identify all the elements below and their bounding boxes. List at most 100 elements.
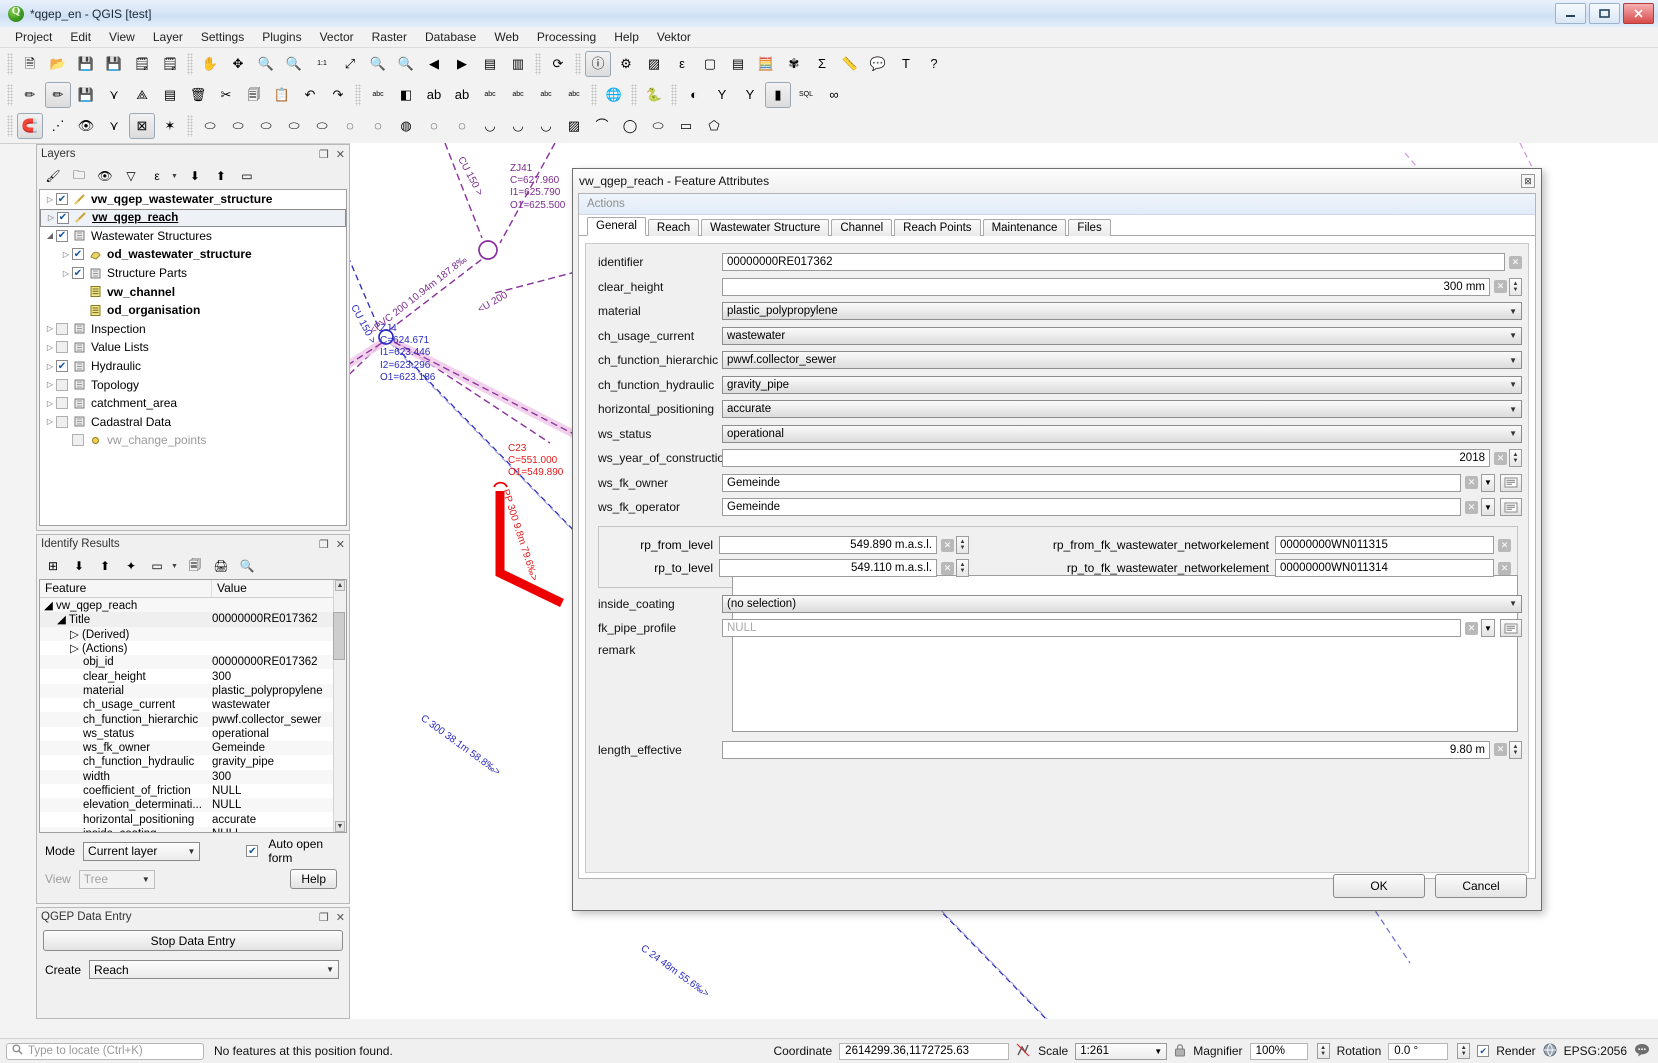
pan-to-selection-icon[interactable]: ✥	[225, 51, 251, 77]
save-project-as-icon[interactable]: 💾	[101, 51, 127, 77]
menu-database[interactable]: Database	[416, 28, 485, 46]
layer-item-cadastral-data[interactable]: ▷ Cadastral Data	[40, 413, 346, 432]
zoom-out-icon[interactable]: 🔍	[281, 51, 307, 77]
text-annotation-icon[interactable]: T	[893, 51, 919, 77]
identify-row[interactable]: clear_height 300	[40, 669, 346, 683]
reach-point-stepper[interactable]: ▲ ▼	[956, 559, 969, 577]
identify-row[interactable]: ws_status operational	[40, 727, 346, 741]
qgep-connect-icon[interactable]: ∞	[821, 82, 847, 108]
vertex-tool-icon[interactable]: ⟁	[129, 82, 155, 108]
layer-item-value-lists[interactable]: ▷ Value Lists	[40, 338, 346, 357]
field-input-fk_pipe_profile[interactable]: NULL	[722, 619, 1461, 638]
identify-scrollbar[interactable]: ▲ ▼	[333, 580, 346, 832]
identify-row[interactable]: ▷ (Derived)	[40, 626, 346, 641]
close-button[interactable]	[1623, 3, 1654, 24]
toolbar-grip[interactable]	[7, 83, 13, 106]
identify-features-icon[interactable]: ⓘ	[585, 50, 611, 77]
field-select-inside_coating[interactable]: (no selection) ▼	[722, 594, 1522, 613]
toolbar-grip[interactable]	[187, 52, 193, 75]
delete-part-icon[interactable]: ◌	[449, 113, 475, 139]
column-header-feature[interactable]: Feature	[40, 580, 212, 597]
clear-icon[interactable]: ✕	[1509, 255, 1522, 269]
layer-visibility-checkbox[interactable]: ✔	[56, 193, 68, 206]
qgep-profile-icon[interactable]: ◐	[681, 82, 707, 108]
stop-data-entry-button[interactable]: Stop Data Entry	[43, 930, 343, 951]
reach-point-level-input[interactable]: 549.890 m.a.s.l.	[719, 536, 937, 554]
snapping-options-icon[interactable]: ⋰	[45, 113, 71, 139]
open-layer-styling-panel-icon[interactable]: 🖌	[41, 164, 65, 188]
merge-features-icon[interactable]: ▨	[561, 113, 587, 139]
layer-item-catchment-area[interactable]: ▷ catchment_area	[40, 394, 346, 413]
deselect-features-icon[interactable]: ▢	[697, 51, 723, 77]
identify-results-table[interactable]: Feature Value ◢ vw_qgep_reach ◢ Title 0000…	[39, 579, 347, 833]
create-select[interactable]: Reach ▼	[89, 960, 339, 979]
qgep-sql-icon[interactable]: SQL	[793, 82, 819, 108]
layer-item-vw-qgep-reach[interactable]: ▷ ✔ vw_qgep_reach	[40, 208, 346, 227]
simplify-feature-icon[interactable]: ⬭	[309, 113, 335, 139]
show-hide-labels-icon[interactable]: abc	[477, 82, 503, 108]
qgep-upstream-icon[interactable]: Y	[737, 82, 763, 108]
expand-arrow-right-icon[interactable]: ▷	[44, 362, 56, 371]
field-calculator-icon[interactable]: 🧮	[753, 51, 779, 77]
save-layer-edits-icon[interactable]: 💾	[73, 82, 99, 108]
field-select-ch_function_hierarchic[interactable]: pwwf.collector_sewer ▼	[722, 351, 1522, 370]
pan-map-icon[interactable]: ✋	[197, 51, 223, 77]
layer-item-hydraulic[interactable]: ▷ ✔ Hydraulic	[40, 357, 346, 376]
expand-arrow-right-icon[interactable]: ▷	[44, 417, 56, 426]
digitize-line-icon[interactable]: ⌒	[589, 113, 615, 139]
clear-icon[interactable]: ✕	[1494, 280, 1507, 294]
dataentry-panel-undock-icon[interactable]: ❐	[319, 911, 329, 924]
chevron-down-icon[interactable]: ▼	[1481, 473, 1495, 492]
clear-icon[interactable]: ✕	[941, 561, 954, 575]
paste-features-icon[interactable]: 📋	[269, 82, 295, 108]
clear-icon[interactable]: ✕	[1498, 538, 1511, 552]
tab-reach[interactable]: Reach	[647, 219, 700, 236]
delete-ring-icon[interactable]: ◌	[421, 113, 447, 139]
reach-point-networkelement-input[interactable]: 00000000WN011315	[1275, 536, 1494, 554]
clear-icon[interactable]: ✕	[1465, 500, 1478, 514]
layer-visibility-checkbox[interactable]: ✔	[57, 211, 69, 224]
metasearch-icon[interactable]: 🌐	[601, 82, 627, 108]
scroll-up-arrow[interactable]: ▲	[335, 580, 345, 591]
field-select-ws_status[interactable]: operational ▼	[722, 424, 1522, 443]
identify-row[interactable]: ch_function_hydraulic gravity_pipe	[40, 755, 346, 769]
run-feature-action-icon[interactable]: ⚙	[613, 51, 639, 77]
ok-button[interactable]: OK	[1333, 874, 1425, 898]
toolbar-grip[interactable]	[535, 52, 541, 75]
tab-channel[interactable]: Channel	[831, 219, 893, 236]
menu-edit[interactable]: Edit	[61, 28, 100, 46]
qgep-downstream-icon[interactable]: Y	[709, 82, 735, 108]
magnifier-input[interactable]: 100%	[1249, 1042, 1308, 1060]
field-stepper-ws_year_of_construction[interactable]: ▲ ▼	[1509, 449, 1522, 468]
print-icon[interactable]: 🖨	[209, 554, 233, 578]
python-console-icon[interactable]: 🐍	[641, 82, 667, 108]
manage-map-themes-icon[interactable]: 👁	[93, 164, 117, 188]
menu-vektor[interactable]: Vektor	[648, 28, 700, 46]
rotation-input[interactable]: 0.0 °	[1388, 1042, 1449, 1060]
new-map-view-icon[interactable]: ▤	[477, 51, 503, 77]
layer-item-inspection[interactable]: ▷ Inspection	[40, 320, 346, 339]
save-project-icon[interactable]: 💾	[73, 51, 99, 77]
delete-selected-icon[interactable]: 🗑	[185, 82, 211, 108]
field-input-clear_height[interactable]: 300 mm	[722, 277, 1490, 296]
field-select-horizontal_positioning[interactable]: accurate ▼	[722, 400, 1522, 419]
toolbar-grip[interactable]	[7, 114, 13, 137]
expand-arrow-right-icon[interactable]: ▷	[44, 343, 56, 352]
menu-project[interactable]: Project	[6, 28, 61, 46]
identify-row[interactable]: coefficient_of_friction NULL	[40, 784, 346, 798]
processing-toolbox-icon[interactable]: ✾	[781, 51, 807, 77]
menu-plugins[interactable]: Plugins	[253, 28, 310, 46]
copy-to-clipboard-icon[interactable]: 🗐	[183, 554, 207, 578]
expand-all-icon[interactable]: ⬇	[183, 164, 207, 188]
offset-curve-icon[interactable]: ◡	[505, 113, 531, 139]
magnifier-stepper[interactable]: ▲ ▼	[1316, 1043, 1330, 1059]
layer-item-vw-channel[interactable]: vw_channel	[40, 282, 346, 301]
tab-general[interactable]: General	[587, 217, 646, 236]
zoom-native-icon[interactable]: 1:1	[309, 51, 335, 77]
actions-bar[interactable]: Actions	[579, 194, 1535, 215]
layer-visibility-checkbox[interactable]	[56, 378, 68, 391]
layer-item-topology[interactable]: ▷ Topology	[40, 375, 346, 394]
new-3d-map-view-icon[interactable]: ▥	[505, 51, 531, 77]
change-label-icon[interactable]: abc	[561, 82, 587, 108]
reshape-features-icon[interactable]: ◡	[477, 113, 503, 139]
